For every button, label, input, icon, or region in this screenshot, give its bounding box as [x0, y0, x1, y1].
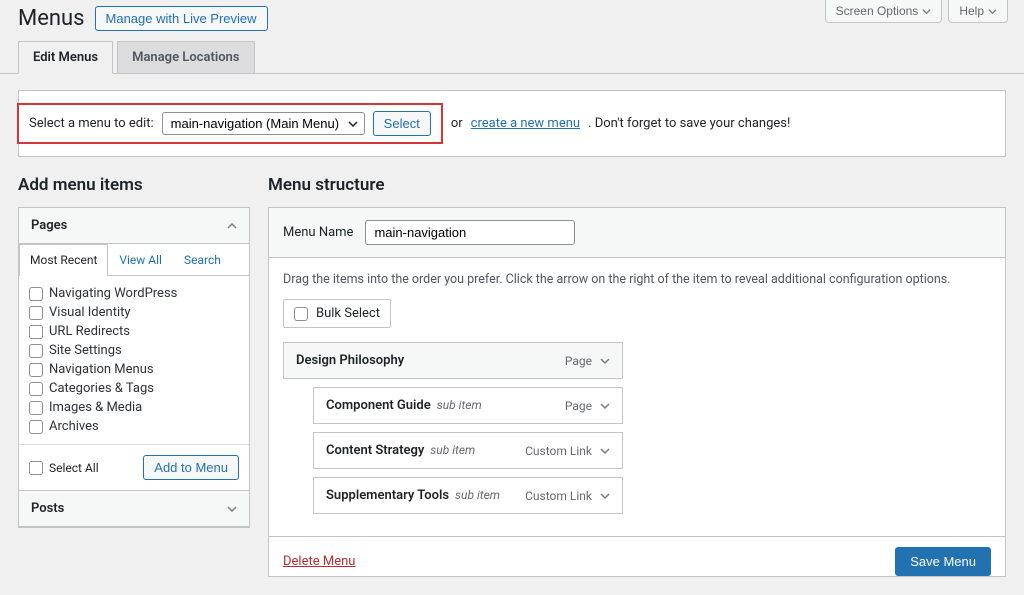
select-all-row[interactable]: Select All: [29, 461, 99, 475]
caret-down-icon[interactable]: [600, 401, 610, 411]
screen-options-label: Screen Options: [836, 4, 919, 18]
page-label: Site Settings: [49, 343, 122, 358]
help-label: Help: [959, 4, 984, 18]
select-all-label: Select All: [49, 461, 99, 475]
screen-options-button[interactable]: Screen Options: [825, 0, 943, 23]
pages-panel-toggle[interactable]: Pages: [19, 208, 249, 244]
menu-name-label: Menu Name: [283, 225, 353, 240]
menu-item-type: Custom Link: [525, 489, 592, 503]
caret-down-icon[interactable]: [600, 446, 610, 456]
page-list-item[interactable]: Site Settings: [29, 341, 239, 360]
bulk-select-checkbox[interactable]: [294, 307, 308, 321]
menu-item-type: Page: [565, 354, 592, 368]
add-items-heading: Add menu items: [18, 175, 250, 195]
page-label: Navigation Menus: [49, 362, 154, 377]
page-label: Navigating WordPress: [49, 286, 177, 301]
subtab-view-all[interactable]: View All: [108, 244, 173, 275]
page-checkbox[interactable]: [29, 287, 43, 301]
page-list-item[interactable]: Categories & Tags: [29, 379, 239, 398]
pages-panel: Pages Most Recent View All Search Naviga…: [18, 207, 250, 528]
or-text: or: [451, 116, 463, 131]
page-label: URL Redirects: [49, 324, 130, 339]
subtab-search[interactable]: Search: [173, 244, 232, 275]
menu-select-dropdown[interactable]: main-navigation (Main Menu): [162, 112, 365, 135]
delete-menu-link[interactable]: Delete Menu: [283, 554, 355, 569]
page-checkbox[interactable]: [29, 420, 43, 434]
create-menu-link[interactable]: create a new menu: [471, 116, 580, 131]
menu-item[interactable]: Supplementary Tools sub item Custom Link: [313, 477, 623, 514]
subtab-most-recent[interactable]: Most Recent: [19, 244, 108, 276]
page-label: Archives: [49, 419, 99, 434]
menu-item-type: Page: [565, 399, 592, 413]
page-label: Images & Media: [49, 400, 142, 415]
caret-down-icon: [922, 7, 931, 16]
caret-down-icon: [227, 504, 237, 514]
pages-panel-title: Pages: [31, 218, 67, 233]
menu-item-title: Design Philosophy: [296, 353, 404, 368]
menu-select-bar: Select a menu to edit: main-navigation (…: [18, 90, 1006, 157]
page-title: Menus: [18, 6, 85, 31]
add-to-menu-button[interactable]: Add to Menu: [143, 455, 239, 480]
select-bar-tail: . Don't forget to save your changes!: [588, 116, 790, 131]
tab-manage-locations[interactable]: Manage Locations: [117, 41, 254, 73]
save-menu-button[interactable]: Save Menu: [895, 547, 991, 576]
bulk-select-toggle[interactable]: Bulk Select: [283, 299, 391, 328]
menu-item-title: Supplementary Tools: [326, 488, 449, 503]
page-checkbox[interactable]: [29, 344, 43, 358]
caret-down-icon[interactable]: [600, 356, 610, 366]
highlighted-region: Select a menu to edit: main-navigation (…: [17, 103, 443, 144]
page-list-item[interactable]: Images & Media: [29, 398, 239, 417]
bulk-select-label: Bulk Select: [316, 306, 380, 321]
menu-item-title: Component Guide: [326, 398, 431, 413]
menu-item[interactable]: Design Philosophy Page: [283, 342, 623, 379]
menu-name-input[interactable]: [365, 220, 575, 245]
posts-panel-toggle[interactable]: Posts: [19, 490, 249, 527]
select-all-checkbox[interactable]: [29, 461, 43, 475]
page-checkbox[interactable]: [29, 325, 43, 339]
page-label: Categories & Tags: [49, 381, 154, 396]
tab-edit-menus[interactable]: Edit Menus: [18, 41, 113, 74]
help-button[interactable]: Help: [948, 0, 1008, 23]
menu-item-type: Custom Link: [525, 444, 592, 458]
select-menu-label: Select a menu to edit:: [29, 116, 154, 131]
caret-up-icon: [227, 221, 237, 231]
page-list-item[interactable]: Archives: [29, 417, 239, 436]
page-checkbox[interactable]: [29, 382, 43, 396]
page-label: Visual Identity: [49, 305, 131, 320]
menu-structure-panel: Menu Name Drag the items into the order …: [268, 207, 1006, 577]
menu-structure-heading: Menu structure: [268, 175, 1006, 195]
menu-item-title: Content Strategy: [326, 443, 424, 458]
posts-panel-title: Posts: [31, 501, 64, 516]
page-list-item[interactable]: Visual Identity: [29, 303, 239, 322]
page-list-item[interactable]: Navigation Menus: [29, 360, 239, 379]
page-checkbox[interactable]: [29, 401, 43, 415]
menu-item-sublabel: sub item: [430, 443, 475, 457]
select-button[interactable]: Select: [373, 111, 431, 136]
live-preview-button[interactable]: Manage with Live Preview: [95, 6, 268, 31]
page-list-item[interactable]: Navigating WordPress: [29, 284, 239, 303]
menu-item[interactable]: Content Strategy sub item Custom Link: [313, 432, 623, 469]
page-checkbox[interactable]: [29, 363, 43, 377]
menu-item[interactable]: Component Guide sub item Page: [313, 387, 623, 424]
structure-hint: Drag the items into the order you prefer…: [283, 272, 991, 287]
menu-item-sublabel: sub item: [437, 398, 482, 412]
menu-item-sublabel: sub item: [455, 488, 500, 502]
page-checkbox[interactable]: [29, 306, 43, 320]
page-list-item[interactable]: URL Redirects: [29, 322, 239, 341]
caret-down-icon: [988, 7, 997, 16]
caret-down-icon[interactable]: [600, 491, 610, 501]
